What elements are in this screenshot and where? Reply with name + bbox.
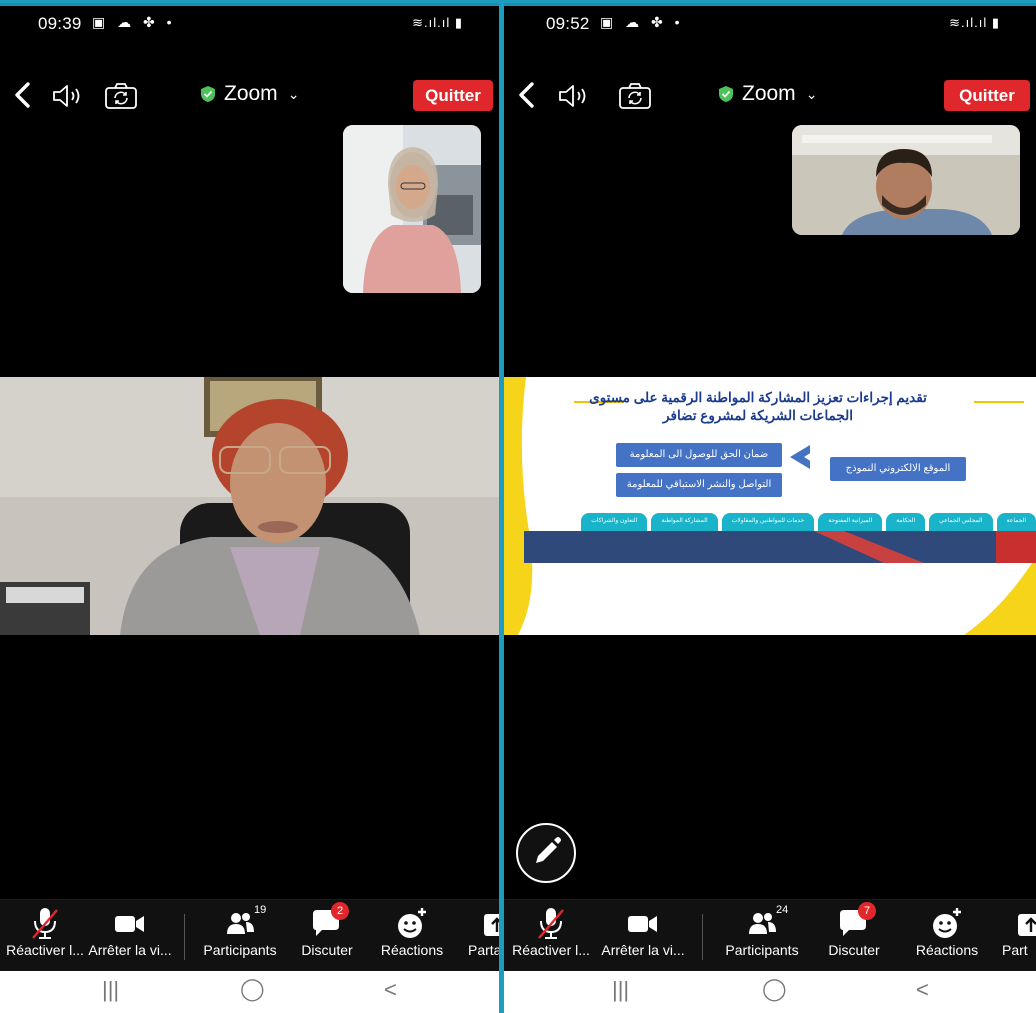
android-nav-bar: ||| ◯ < bbox=[0, 971, 499, 1013]
meeting-topbar: Zoom ⌄ Quitter bbox=[504, 76, 1036, 118]
pencil-icon bbox=[536, 837, 561, 863]
reactions-label: Réactions bbox=[915, 942, 979, 958]
status-bar: 09:39 ▣ ☁ ✤ • ≋.ıl.ıl ▮ bbox=[0, 6, 499, 42]
participants-count: 19 bbox=[254, 904, 267, 916]
home-icon[interactable]: ◯ bbox=[240, 976, 265, 1002]
unmute-button[interactable]: Réactiver l... bbox=[4, 900, 86, 972]
video-camera-icon bbox=[628, 916, 657, 932]
active-speaker-video[interactable] bbox=[0, 377, 499, 635]
share-label: Parta bbox=[468, 942, 499, 958]
android-nav-bar: ||| ◯ < bbox=[504, 971, 1036, 1013]
participants-button[interactable]: 19 Participants bbox=[198, 900, 282, 972]
phone-left: 09:39 ▣ ☁ ✤ • ≋.ıl.ıl ▮ Zoom ⌄ Quitter R… bbox=[0, 6, 499, 1013]
notification-icons: ▣ ☁ ✤ • bbox=[600, 14, 684, 30]
toolbar-divider bbox=[184, 914, 185, 960]
slide-box-access: ضمان الحق للوصول الى المعلومة bbox=[616, 443, 782, 467]
signal-battery-icons: ≋.ıl.ıl ▮ bbox=[412, 15, 463, 30]
slide-tab: الميزانية المفتوحة bbox=[818, 513, 883, 531]
share-screen-icon bbox=[484, 914, 499, 936]
slide-box-publish: التواصل والنشر الاستباقي للمعلومة bbox=[616, 473, 782, 497]
share-label: Part bbox=[1002, 942, 1028, 958]
nav-back-icon[interactable]: < bbox=[916, 977, 929, 1003]
switch-camera-icon[interactable] bbox=[104, 82, 138, 110]
meeting-topbar: Zoom ⌄ Quitter bbox=[0, 76, 499, 118]
meeting-toolbar: Réactiver l... Arrêter la vi... 19 Parti… bbox=[0, 899, 499, 971]
shared-screen-slide[interactable]: تقديم إجراءات تعزيز المشاركة المواطنة ال… bbox=[504, 377, 1036, 635]
unmute-button[interactable]: Réactiver l... bbox=[508, 900, 594, 972]
stop-video-button[interactable]: Arrêter la vi... bbox=[86, 900, 174, 972]
stop-video-button[interactable]: Arrêter la vi... bbox=[598, 900, 688, 972]
leave-button[interactable]: Quitter bbox=[944, 80, 1030, 111]
reactions-button[interactable]: Réactions bbox=[908, 900, 986, 972]
shield-check-icon bbox=[719, 86, 733, 102]
nav-back-icon[interactable]: < bbox=[384, 977, 397, 1003]
chat-label: Discuter bbox=[301, 942, 353, 958]
participants-label: Participants bbox=[203, 942, 277, 958]
chat-unread-badge: 2 bbox=[331, 902, 349, 920]
meeting-info-menu[interactable]: Zoom ⌄ bbox=[718, 82, 817, 106]
share-button[interactable]: Parta bbox=[468, 900, 499, 972]
chevron-down-icon: ⌄ bbox=[287, 85, 300, 102]
home-icon[interactable]: ◯ bbox=[762, 976, 787, 1002]
switch-camera-icon[interactable] bbox=[618, 82, 652, 110]
slide-tab: المشاركة المواطنة bbox=[651, 513, 718, 531]
unmute-label: Réactiver l... bbox=[6, 942, 84, 958]
reactions-label: Réactions bbox=[380, 942, 444, 958]
participants-button[interactable]: 24 Participants bbox=[718, 900, 806, 972]
toolbar-divider bbox=[702, 914, 703, 960]
reactions-button[interactable]: Réactions bbox=[374, 900, 450, 972]
slide-title: تقديم إجراءات تعزيز المشاركة المواطنة ال… bbox=[548, 389, 968, 425]
participants-label: Participants bbox=[725, 942, 799, 958]
back-arrow-icon[interactable] bbox=[514, 80, 540, 110]
participants-icon bbox=[227, 913, 254, 934]
leave-button[interactable]: Quitter bbox=[413, 80, 493, 111]
microphone-muted-icon bbox=[538, 908, 564, 939]
notification-icons: ▣ ☁ ✤ • bbox=[92, 14, 176, 30]
speaker-icon[interactable] bbox=[52, 83, 84, 109]
annotate-button[interactable] bbox=[516, 823, 576, 883]
unmute-label: Réactiver l... bbox=[512, 942, 590, 958]
slide-tab: التعاون والشراكات bbox=[581, 513, 648, 531]
stop-video-label: Arrêter la vi... bbox=[88, 942, 172, 958]
participants-count: 24 bbox=[776, 904, 789, 916]
chevron-down-icon: ⌄ bbox=[805, 85, 818, 102]
meeting-app-title: Zoom bbox=[742, 82, 796, 105]
status-time: 09:39 bbox=[38, 14, 82, 33]
chat-button[interactable]: 2 Discuter bbox=[296, 900, 358, 972]
slide-tab: المجلس الجماعي bbox=[929, 513, 993, 531]
recent-apps-icon[interactable]: ||| bbox=[612, 977, 629, 1003]
meeting-toolbar: Réactiver l... Arrêter la vi... 24 Parti… bbox=[504, 899, 1036, 971]
screenshot-frame: 09:39 ▣ ☁ ✤ • ≋.ıl.ıl ▮ Zoom ⌄ Quitter R… bbox=[0, 0, 1036, 1013]
slide-title-line1: تقديم إجراءات تعزيز المشاركة المواطنة ال… bbox=[589, 390, 927, 405]
slide-box-website: الموقع الالكتروني النموذج bbox=[830, 457, 966, 481]
status-bar: 09:52 ▣ ☁ ✤ • ≋.ıl.ıl ▮ bbox=[504, 6, 1036, 42]
microphone-muted-icon bbox=[32, 908, 58, 939]
back-arrow-icon[interactable] bbox=[10, 80, 36, 110]
smiley-plus-icon bbox=[398, 908, 426, 938]
slide-title-line2: الجماعات الشريكة لمشروع تضافر bbox=[663, 408, 853, 423]
slide-site-tabs: الجماعة المجلس الجماعي الحكامة الميزانية… bbox=[524, 513, 1036, 531]
slide-tab: الجماعة bbox=[996, 513, 1036, 531]
slide-tab: الحكامة bbox=[886, 513, 926, 531]
smiley-plus-icon bbox=[933, 908, 961, 938]
meeting-app-title: Zoom bbox=[224, 82, 278, 105]
signal-battery-icons: ≋.ıl.ıl ▮ bbox=[949, 15, 1000, 30]
chat-unread-badge: 7 bbox=[858, 902, 876, 920]
meeting-info-menu[interactable]: Zoom ⌄ bbox=[200, 82, 299, 106]
share-screen-icon bbox=[1018, 914, 1036, 936]
slide-tab: خدمات للمواطنين والمقاولات bbox=[721, 513, 815, 531]
participants-icon bbox=[749, 913, 776, 934]
self-view-video[interactable] bbox=[792, 125, 1020, 235]
self-view-video[interactable] bbox=[343, 125, 481, 293]
shield-check-icon bbox=[201, 86, 215, 102]
speaker-icon[interactable] bbox=[558, 83, 590, 109]
status-time: 09:52 bbox=[546, 14, 590, 33]
recent-apps-icon[interactable]: ||| bbox=[102, 977, 119, 1003]
chat-label: Discuter bbox=[828, 942, 880, 958]
share-button[interactable]: Part bbox=[1002, 900, 1036, 972]
stop-video-label: Arrêter la vi... bbox=[601, 942, 685, 958]
phone-right: 09:52 ▣ ☁ ✤ • ≋.ıl.ıl ▮ Zoom ⌄ Quitter ت… bbox=[504, 6, 1036, 1013]
video-camera-icon bbox=[115, 916, 144, 932]
chat-button[interactable]: 7 Discuter bbox=[822, 900, 886, 972]
